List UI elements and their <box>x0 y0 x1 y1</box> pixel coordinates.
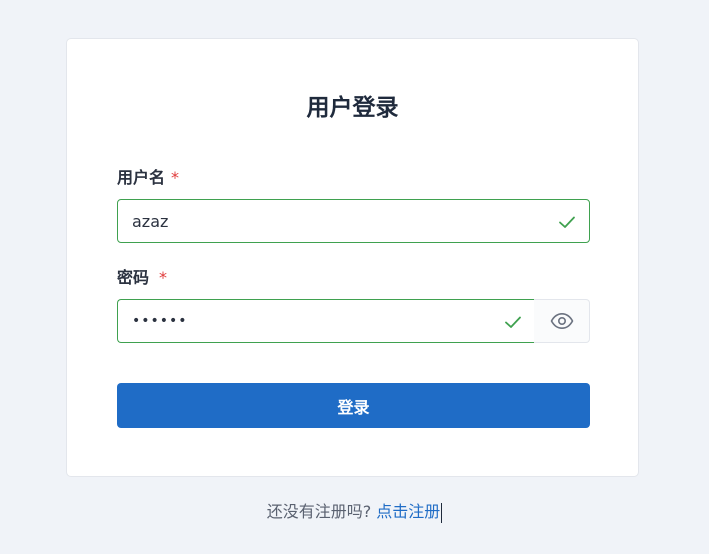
password-required-mark: * <box>159 268 168 287</box>
check-icon <box>505 316 521 328</box>
password-field-wrapper <box>117 299 535 343</box>
password-label-text: 密码 <box>117 268 150 287</box>
register-prompt: 还没有注册吗? 点击注册 <box>0 500 709 524</box>
password-visibility-toggle[interactable] <box>534 299 590 343</box>
username-label: 用户名 * <box>117 167 179 189</box>
username-required-mark: * <box>171 168 180 187</box>
password-label: 密码 * <box>117 267 167 289</box>
eye-icon <box>550 313 573 329</box>
username-label-text: 用户名 <box>117 168 166 187</box>
register-link[interactable]: 点击注册 <box>376 502 440 521</box>
login-card: 用户登录 用户名 * 密码 * 登录 <box>66 38 639 477</box>
text-cursor <box>441 502 443 523</box>
username-field-wrapper <box>117 199 590 243</box>
login-button[interactable]: 登录 <box>117 383 590 428</box>
username-input[interactable] <box>132 200 512 242</box>
check-icon <box>559 216 575 228</box>
page-title: 用户登录 <box>306 95 399 121</box>
password-input[interactable] <box>132 300 472 342</box>
register-prompt-text: 还没有注册吗? <box>266 502 372 521</box>
